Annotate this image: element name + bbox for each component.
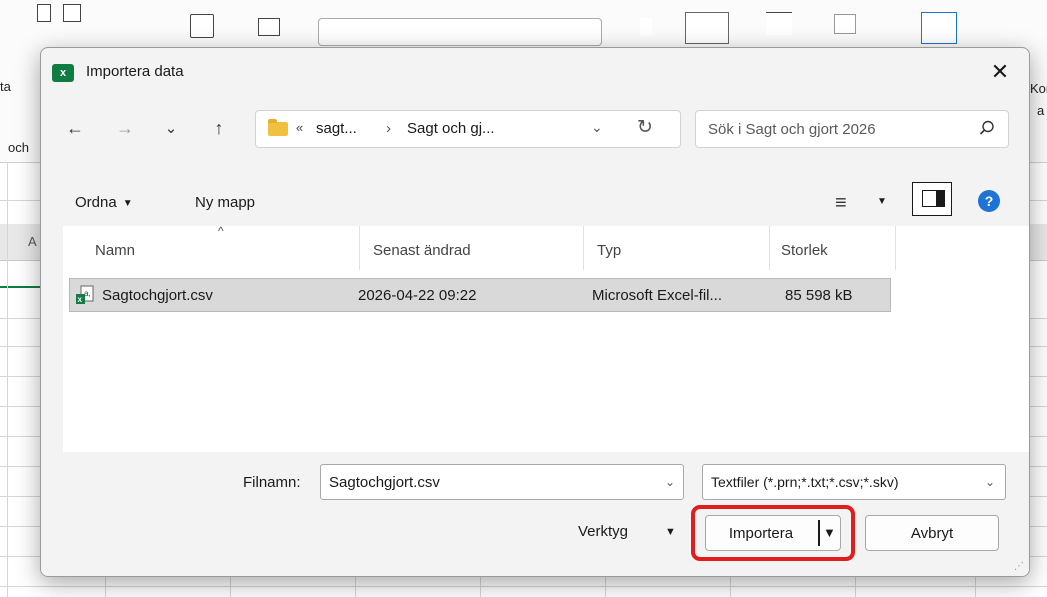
csv-file-icon: a, x <box>76 285 94 304</box>
ribbon-text-a: a <box>1037 103 1045 118</box>
column-divider[interactable] <box>359 226 360 270</box>
sort-az-icon <box>640 18 652 36</box>
svg-text:a,: a, <box>84 289 91 298</box>
address-dropdown-chevron-icon[interactable]: ⌄ <box>591 119 603 136</box>
column-header-a[interactable]: A <box>28 234 37 249</box>
organize-label: Ordna <box>75 194 117 211</box>
column-divider[interactable] <box>895 226 896 270</box>
column-header-size[interactable]: Storlek <box>781 242 828 259</box>
sort-icon <box>685 12 729 44</box>
search-box[interactable] <box>695 110 1009 148</box>
file-size: 85 598 kB <box>785 287 853 304</box>
resize-grip-icon[interactable]: ⋰ <box>1014 561 1024 572</box>
selected-cell-marker <box>0 286 40 288</box>
clear-filter-icon <box>834 14 856 34</box>
properties-icon <box>258 18 280 36</box>
text-to-columns-icon <box>921 12 957 44</box>
tools-caret-down-icon[interactable]: ▼ <box>665 526 676 538</box>
filename-dropdown-chevron-icon[interactable]: ⌄ <box>665 475 675 489</box>
file-list-header: ^ Namn Senast ändrad Typ Storlek <box>63 224 1029 272</box>
data-types-icon <box>318 18 602 46</box>
column-divider[interactable] <box>583 226 584 270</box>
column-header-type[interactable]: Typ <box>597 242 621 259</box>
paste-icon <box>37 4 51 22</box>
file-row[interactable]: a, x Sagtochgjort.csv 2026-04-22 09:22 M… <box>69 278 891 312</box>
folder-icon <box>268 119 288 136</box>
back-arrow-icon[interactable]: ← <box>61 114 89 142</box>
filter-dropdown-chevron-icon[interactable]: ⌄ <box>985 475 995 489</box>
excel-app-icon: x <box>52 64 74 82</box>
view-options-icon[interactable]: ≡ <box>835 192 847 215</box>
tools-menu-button[interactable]: Verktyg <box>578 523 628 540</box>
recent-locations-chevron-icon[interactable]: ⌄ <box>157 114 185 142</box>
up-arrow-icon[interactable]: ↑ <box>205 114 233 142</box>
breadcrumb-sagt-och-gjort[interactable]: Sagt och gj... <box>407 120 495 137</box>
breadcrumb-separator-icon[interactable]: › <box>386 120 391 137</box>
column-header-name[interactable]: Namn <box>95 242 135 259</box>
file-name: Sagtochgjort.csv <box>102 287 213 304</box>
dialog-footer: Filnamn: Sagtochgjort.csv ⌄ Textfiler (*… <box>41 452 1029 576</box>
file-list[interactable]: ^ Namn Senast ändrad Typ Storlek a, x Sa… <box>63 224 1029 452</box>
navigation-bar: ← → ⌄ ↑ « sagt... › Sagt och gj... ⌄ ↻ <box>41 106 1029 150</box>
filter-icon <box>766 12 792 35</box>
import-data-dialog: x Importera data ✕ ← → ⌄ ↑ « sagt... › S… <box>40 47 1030 577</box>
command-bar: Ordna ▼ Ny mapp ≡ ▼ <box>41 186 1029 222</box>
view-caret-down-icon[interactable]: ▼ <box>877 196 887 207</box>
ribbon-text-och: och <box>8 140 29 155</box>
organize-menu[interactable]: Ordna ▼ <box>75 194 133 211</box>
cancel-button[interactable]: Avbryt <box>865 515 999 551</box>
column-divider[interactable] <box>769 226 770 270</box>
sort-ascending-icon: ^ <box>218 224 224 238</box>
filename-label: Filnamn: <box>243 474 301 491</box>
import-split-button[interactable]: Importera ▼ <box>705 515 841 551</box>
caret-down-icon: ▼ <box>122 198 133 209</box>
grid-line <box>0 586 1047 587</box>
file-type: Microsoft Excel-fil... <box>592 287 723 304</box>
help-icon[interactable]: ? <box>978 190 1000 212</box>
dialog-title: Importera data <box>86 63 184 80</box>
file-type-filter-select[interactable]: Textfiler (*.prn;*.txt;*.csv;*.skv) ⌄ <box>702 464 1006 500</box>
dialog-titlebar[interactable]: x Importera data ✕ <box>41 48 1029 94</box>
ribbon-text-ta: ta <box>0 79 11 94</box>
search-input[interactable] <box>706 117 970 141</box>
import-button[interactable]: Importera <box>706 525 816 542</box>
search-icon[interactable] <box>978 119 996 137</box>
refresh-all-icon <box>190 14 214 38</box>
new-folder-button[interactable]: Ny mapp <box>195 194 255 211</box>
filename-value[interactable]: Sagtochgjort.csv <box>329 474 440 491</box>
file-type-filter-value: Textfiler (*.prn;*.txt;*.csv;*.skv) <box>711 474 899 490</box>
breadcrumb-sagt[interactable]: sagt... <box>316 120 357 137</box>
table-icon <box>63 4 81 22</box>
close-button[interactable]: ✕ <box>987 59 1013 85</box>
address-bar[interactable]: « sagt... › Sagt och gj... ⌄ ↻ <box>255 110 681 148</box>
svg-text:x: x <box>78 295 83 304</box>
forward-arrow-icon[interactable]: → <box>111 114 139 142</box>
import-dropdown-arrow-icon[interactable]: ▼ <box>823 525 836 540</box>
column-header-modified[interactable]: Senast ändrad <box>373 242 471 259</box>
grid-line <box>7 163 8 597</box>
refresh-icon[interactable]: ↻ <box>637 116 653 139</box>
preview-pane-icon[interactable] <box>912 182 952 216</box>
ribbon-text-kor: Kor <box>1030 81 1047 96</box>
address-overflow-icon[interactable]: « <box>296 120 303 135</box>
file-modified: 2026-04-22 09:22 <box>358 287 477 304</box>
split-divider <box>818 520 820 546</box>
filename-field[interactable]: Sagtochgjort.csv ⌄ <box>320 464 684 500</box>
